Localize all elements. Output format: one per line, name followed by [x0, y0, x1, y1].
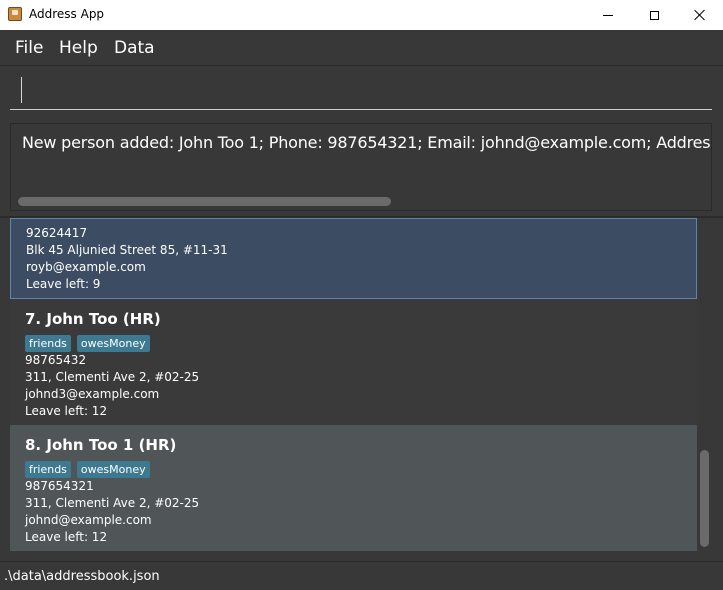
person-address: 311, Clementi Ave 2, #02-25 [25, 370, 200, 384]
menu-bar: File Help Data [0, 30, 723, 66]
tag-badge: owesMoney [76, 335, 150, 352]
person-leave: Leave left: 12 [25, 530, 108, 544]
status-bar: .\data\addressbook.json [0, 561, 723, 590]
minimize-button[interactable] [585, 0, 631, 30]
menu-file[interactable]: File [15, 38, 43, 58]
vertical-scrollbar[interactable] [700, 450, 709, 547]
person-card[interactable]: 7. John Too (HR) friends owesMoney 98765… [10, 299, 697, 425]
command-box [0, 66, 723, 116]
text-caret [21, 77, 22, 103]
person-address: 311, Clementi Ave 2, #02-25 [25, 496, 200, 510]
person-email: johnd3@example.com [25, 387, 160, 401]
person-phone: 92624417 [26, 226, 88, 240]
person-name: 8. John Too 1 (HR) [25, 436, 177, 454]
menu-data[interactable]: Data [114, 38, 155, 58]
menu-help[interactable]: Help [59, 38, 98, 58]
save-location: .\data\addressbook.json [4, 569, 160, 584]
address-book-icon [8, 7, 22, 21]
person-address: Blk 45 Aljunied Street 85, #11-31 [26, 243, 228, 257]
result-message: New person added: John Too 1; Phone: 987… [22, 133, 711, 152]
person-email: royb@example.com [26, 260, 146, 274]
window-title: Address App [29, 7, 105, 21]
person-tags: friends owesMoney [25, 335, 150, 352]
person-phone: 987654321 [25, 479, 94, 493]
person-name: 7. John Too (HR) [25, 310, 161, 328]
person-card[interactable]: 92624417 Blk 45 Aljunied Street 85, #11-… [10, 218, 697, 299]
close-icon [694, 9, 706, 21]
person-phone: 98765432 [25, 353, 87, 367]
close-button[interactable] [677, 0, 723, 30]
person-leave: Leave left: 12 [25, 404, 108, 418]
title-bar[interactable]: Address App [0, 0, 723, 30]
tag-badge: friends [25, 335, 71, 352]
maximize-icon [649, 10, 659, 20]
minimize-icon [603, 14, 613, 16]
tag-badge: owesMoney [76, 461, 150, 478]
person-tags: friends owesMoney [25, 461, 150, 478]
person-leave: Leave left: 9 [26, 277, 101, 291]
person-list: 92624417 Blk 45 Aljunied Street 85, #11-… [0, 218, 723, 560]
result-display[interactable]: New person added: John Too 1; Phone: 987… [10, 123, 712, 211]
maximize-button[interactable] [631, 0, 677, 30]
person-card[interactable]: 8. John Too 1 (HR) friends owesMoney 987… [10, 425, 697, 551]
person-email: johnd@example.com [25, 513, 152, 527]
tag-badge: friends [25, 461, 71, 478]
command-input[interactable] [10, 74, 712, 110]
horizontal-scrollbar[interactable] [18, 197, 391, 206]
